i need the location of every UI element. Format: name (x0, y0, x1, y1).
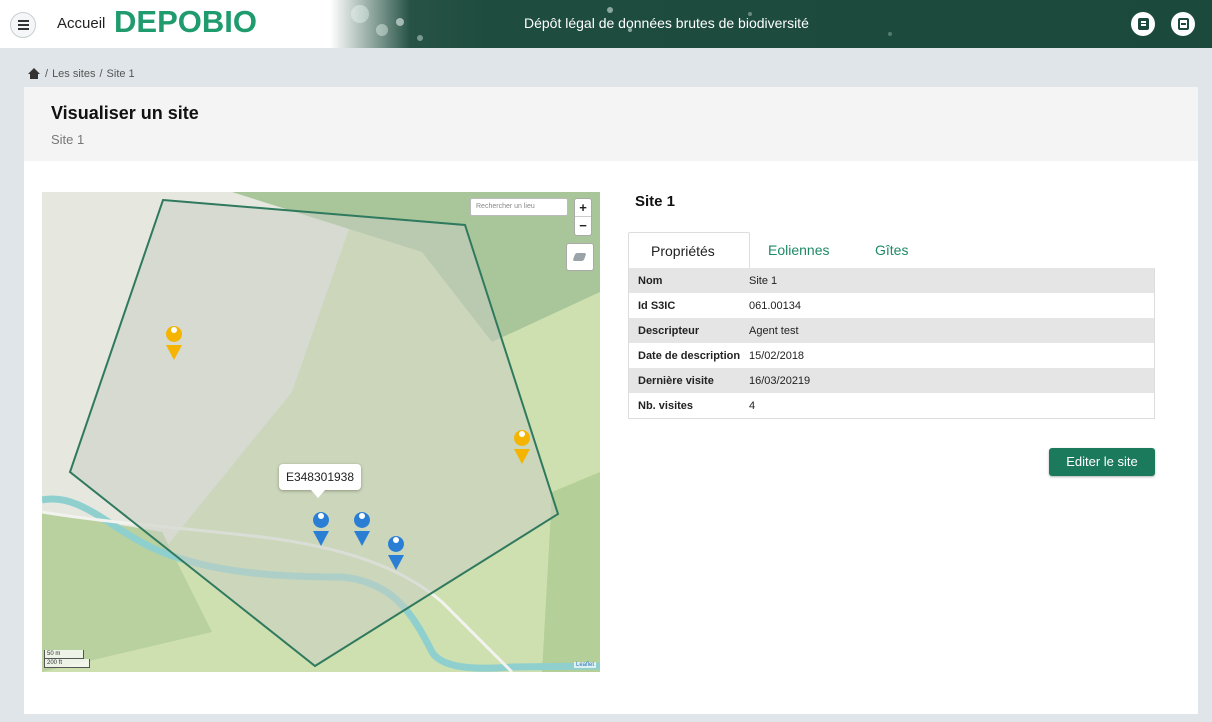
logout-button[interactable] (1171, 12, 1195, 36)
map-search-input[interactable]: Rechercher un lieu (470, 198, 568, 216)
table-row: Dernière visite 16/03/20219 (629, 368, 1154, 393)
property-value: 16/03/20219 (749, 374, 811, 387)
marker-popup: E348301938 (279, 464, 361, 498)
property-key: Nom (638, 274, 663, 287)
map-attribution[interactable]: Leaflet (574, 662, 597, 668)
property-key: Descripteur (638, 324, 700, 337)
home-icon[interactable] (27, 68, 41, 80)
zoom-in-button[interactable]: + (575, 199, 591, 217)
title-panel (24, 87, 1198, 161)
banner-fade (330, 0, 410, 48)
table-row: Nb. visites 4 (629, 393, 1154, 418)
depobio-logo[interactable]: DEPOBIO (114, 4, 257, 40)
property-key: Dernière visite (638, 374, 714, 387)
zoom-control: + − (574, 198, 592, 236)
tab-gites[interactable]: Gîtes (853, 232, 930, 269)
breadcrumb-separator: / (45, 68, 49, 80)
logout-icon (1177, 18, 1189, 30)
table-row: Descripteur Agent test (629, 318, 1154, 343)
breadcrumb: / Les sites / Site 1 (27, 68, 135, 80)
page-title: Visualiser un site (51, 103, 199, 123)
property-key: Id S3IC (638, 299, 676, 312)
menu-icon (17, 24, 29, 26)
catalog-icon (1137, 18, 1149, 30)
tab-proprietes[interactable]: Propriétés (628, 232, 750, 269)
property-key: Date de description (638, 349, 741, 362)
property-value: 061.00134 (749, 299, 801, 312)
breadcrumb-item-sites[interactable]: Les sites (52, 68, 95, 80)
properties-table: Nom Site 1 Id S3IC 061.00134 Descripteur… (628, 268, 1155, 419)
scale-metric: 50 m (44, 650, 84, 659)
map-canvas (42, 192, 600, 672)
property-value: Site 1 (749, 274, 778, 287)
zoom-out-button[interactable]: − (575, 217, 591, 235)
table-row: Date de description 15/02/2018 (629, 343, 1154, 368)
site-tabs: Propriétés Eoliennes Gîtes (628, 232, 1155, 269)
table-row: Nom Site 1 (629, 268, 1154, 293)
site-heading: Site 1 (635, 193, 676, 210)
property-key: Nb. visites (638, 399, 694, 412)
property-value: 15/02/2018 (749, 349, 805, 362)
tab-eoliennes[interactable]: Eoliennes (746, 232, 852, 269)
property-value: Agent test (749, 324, 799, 337)
breadcrumb-separator: / (99, 68, 103, 80)
layers-button[interactable] (566, 243, 594, 271)
table-row: Id S3IC 061.00134 (629, 293, 1154, 318)
scale-imperial: 200 ft (44, 659, 90, 668)
menu-button[interactable] (10, 12, 36, 38)
edit-site-button[interactable]: Editer le site (1049, 448, 1155, 476)
site-map[interactable] (42, 192, 600, 672)
property-value: 4 (749, 399, 756, 412)
breadcrumb-item-current: Site 1 (106, 68, 135, 80)
page-subtitle: Site 1 (51, 132, 85, 147)
home-link[interactable]: Accueil (57, 15, 105, 32)
catalog-button[interactable] (1131, 12, 1155, 36)
banner-title: Dépôt légal de données brutes de biodive… (524, 15, 809, 31)
